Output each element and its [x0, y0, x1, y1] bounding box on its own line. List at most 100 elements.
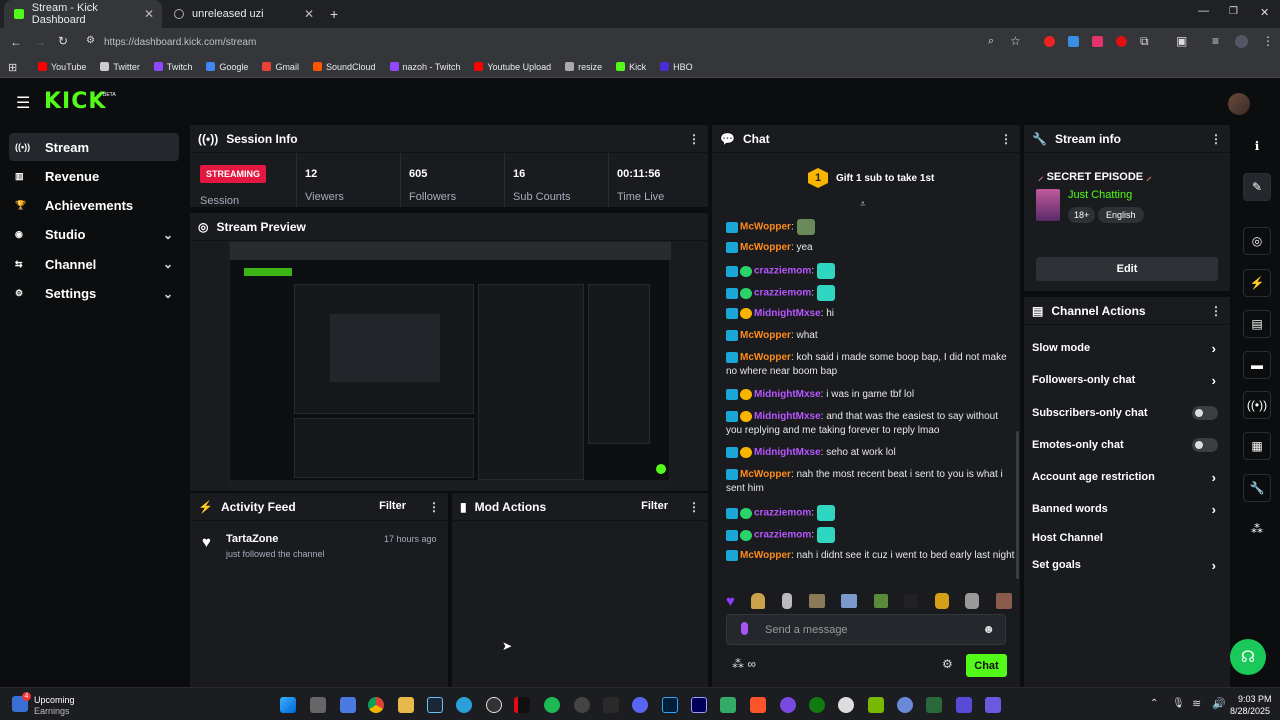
app-icon[interactable] — [926, 697, 942, 713]
emote-icon[interactable] — [873, 594, 888, 608]
bookmark-item[interactable]: nazoh - Twitch — [389, 62, 460, 72]
app-icon[interactable] — [780, 697, 796, 713]
chatgpt-icon[interactable] — [574, 697, 590, 713]
activity-user[interactable]: TartaZone — [226, 533, 278, 545]
emote-icon[interactable] — [751, 593, 766, 609]
bookmark-item[interactable]: Google — [206, 62, 248, 72]
wrench-icon[interactable]: 🔧 — [1243, 474, 1271, 502]
bookmark-star-icon[interactable]: ☆ — [1010, 34, 1021, 48]
forward-icon[interactable]: → — [34, 35, 46, 49]
camera-focus-icon[interactable]: ◎ — [1243, 227, 1271, 255]
task-view-icon[interactable] — [310, 697, 326, 713]
chevron-down-icon[interactable]: ⌄ — [163, 287, 173, 301]
emote-icon[interactable] — [934, 593, 949, 609]
emote-icon[interactable] — [965, 593, 980, 609]
chat-username[interactable]: McWopper — [740, 352, 791, 363]
chat-username[interactable]: MidnightMxse — [754, 308, 821, 319]
bookmark-item[interactable]: HBO — [660, 62, 693, 72]
emote-heart-icon[interactable]: ♥ — [726, 593, 735, 610]
clock-time[interactable]: 9:03 PM — [1238, 694, 1272, 704]
edit-stream-button[interactable]: Edit — [1036, 257, 1218, 281]
clock-date[interactable]: 8/28/2025 — [1230, 706, 1270, 716]
steam-icon[interactable] — [427, 697, 443, 713]
more-options-icon[interactable]: ⋮ — [1210, 304, 1222, 318]
channel-action-slow-mode[interactable]: Slow mode › — [1032, 340, 1222, 356]
channel-action-banned-words[interactable]: Banned words › — [1032, 501, 1222, 517]
chat-username[interactable]: McWopper — [740, 330, 791, 341]
chat-input[interactable]: Send a message ☻ — [726, 614, 1006, 645]
extension-icon[interactable] — [1116, 36, 1127, 47]
tab-unreleased-uzi[interactable]: unreleased uzi ✕ — [164, 0, 322, 28]
pinned-chevron-icon[interactable]: ⩡ — [860, 199, 866, 210]
emoji-icon[interactable]: ☻ — [982, 622, 995, 636]
reload-icon[interactable]: ↻ — [58, 34, 68, 48]
extension-icon[interactable] — [1044, 36, 1055, 47]
kick-points-icon[interactable]: ⁂ ∞ — [732, 657, 756, 671]
info-icon[interactable]: ℹ — [1243, 132, 1271, 160]
profile-avatar-icon[interactable] — [1235, 35, 1248, 48]
netflix-icon[interactable] — [514, 697, 530, 713]
more-options-icon[interactable]: ⋮ — [1210, 132, 1222, 146]
epic-games-icon[interactable] — [603, 697, 619, 713]
app-icon[interactable] — [985, 697, 1001, 713]
channel-action-account-age-restriction[interactable]: Account age restriction › — [1032, 469, 1222, 485]
minimize-button[interactable]: — — [1198, 5, 1209, 17]
bookmark-item[interactable]: Twitter — [100, 62, 140, 72]
extension-icon[interactable] — [1092, 36, 1103, 47]
chat-username[interactable]: crazziemom — [754, 530, 811, 541]
sidebar-item-revenue[interactable]: ▥ Revenue — [9, 162, 179, 190]
emote-icon[interactable] — [995, 593, 1012, 609]
chevron-down-icon[interactable]: ⌄ — [163, 228, 173, 242]
zoom-icon[interactable]: ⌕ — [988, 35, 994, 48]
close-tab-icon[interactable]: ✕ — [144, 7, 154, 21]
app-icon[interactable] — [838, 697, 854, 713]
edge-icon[interactable] — [456, 697, 472, 713]
chrome-icon[interactable] — [368, 697, 384, 713]
kick-logo[interactable]: KICK — [44, 89, 106, 114]
maximize-button[interactable]: ❐ — [1229, 6, 1238, 17]
more-options-icon[interactable]: ⋮ — [688, 500, 700, 514]
chevron-down-icon[interactable]: ⌄ — [163, 257, 173, 271]
close-window-button[interactable]: ✕ — [1260, 6, 1269, 19]
stream-preview-video[interactable] — [229, 241, 671, 490]
bookmark-item[interactable]: YouTube — [38, 62, 86, 72]
media-icon[interactable]: ≡ — [1212, 34, 1219, 48]
app-icon[interactable] — [956, 697, 972, 713]
more-options-icon[interactable]: ⋮ — [428, 500, 440, 514]
xbox-icon[interactable] — [809, 697, 825, 713]
bookmark-item[interactable]: Youtube Upload — [474, 62, 551, 72]
store-icon[interactable] — [340, 697, 356, 713]
new-tab-button[interactable]: + — [330, 6, 338, 22]
channel-action-followers-only-chat[interactable]: Followers-only chat › — [1032, 372, 1222, 388]
chat-settings-icon[interactable]: ⚙ — [942, 657, 953, 671]
channel-action-host-channel[interactable]: Host Channel — [1032, 530, 1222, 546]
bookmark-item[interactable]: Gmail — [262, 62, 299, 72]
sidepanel-icon[interactable]: ▣ — [1176, 34, 1187, 48]
layout-icon[interactable]: ▦ — [1243, 432, 1271, 460]
chat-username[interactable]: McWopper — [740, 469, 791, 480]
emote-icon[interactable] — [841, 594, 858, 608]
chat-username[interactable]: crazziemom — [754, 508, 811, 519]
browser-menu-icon[interactable]: ⋮ — [1262, 34, 1274, 48]
sidebar-item-achievements[interactable]: 🏆 Achievements — [9, 192, 179, 220]
channel-action-set-goals[interactable]: Set goals › — [1032, 557, 1222, 573]
category-name[interactable]: Just Chatting — [1068, 189, 1132, 201]
discord-icon[interactable] — [632, 697, 648, 713]
url-text[interactable]: https://dashboard.kick.com/stream — [104, 37, 256, 48]
channel-action-subscribers-only-chat[interactable]: Subscribers-only chat — [1032, 405, 1222, 421]
start-button-icon[interactable] — [280, 697, 296, 713]
brave-icon[interactable] — [750, 697, 766, 713]
sidebar-item-studio[interactable]: ◉ Studio ⌄ — [9, 221, 179, 249]
bookmark-item[interactable]: Twitch — [153, 62, 192, 72]
apps-icon[interactable]: ⁂ — [1243, 515, 1271, 543]
channel-action-emotes-only-chat[interactable]: Emotes-only chat — [1032, 437, 1222, 453]
extension-icon[interactable] — [1068, 36, 1079, 47]
bookmark-item[interactable]: Kick — [616, 62, 646, 72]
tab-kick-dashboard[interactable]: Stream - Kick Dashboard ✕ — [4, 0, 162, 28]
emote-icon[interactable] — [808, 594, 825, 608]
more-options-icon[interactable]: ⋮ — [1000, 132, 1012, 146]
chat-username[interactable]: MidnightMxse — [754, 389, 821, 400]
chat-scrollbar[interactable] — [1016, 431, 1019, 579]
emote-icon[interactable] — [782, 593, 793, 609]
chat-username[interactable]: McWopper — [740, 222, 791, 233]
